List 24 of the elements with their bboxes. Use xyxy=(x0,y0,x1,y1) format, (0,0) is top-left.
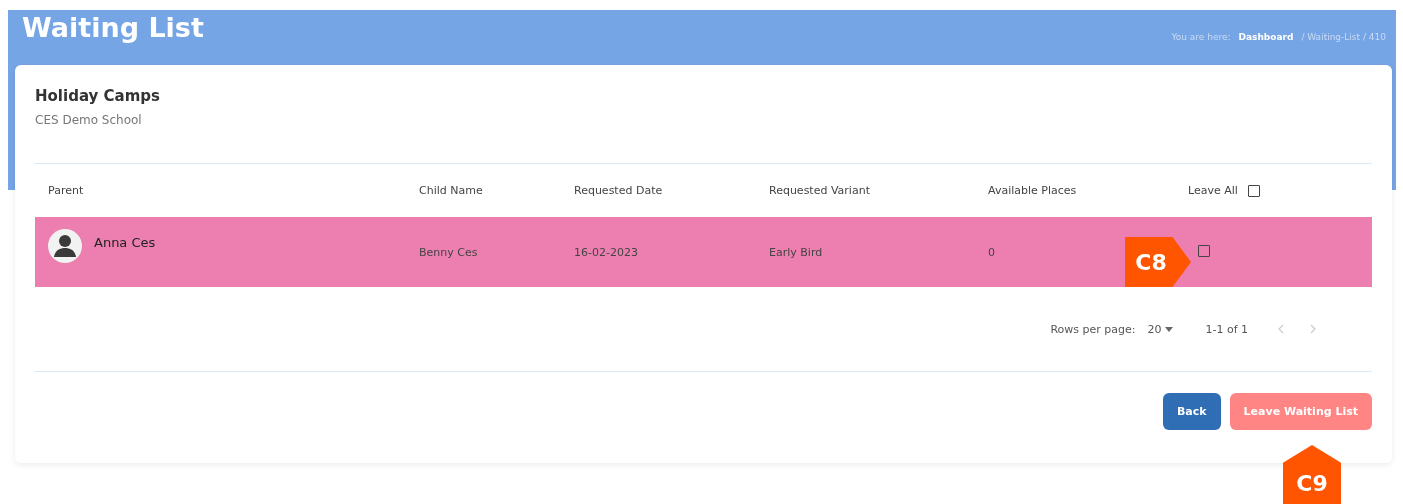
column-header: Requested Variant xyxy=(769,184,871,197)
table-cell-text: 16-02-2023 xyxy=(574,245,639,259)
table-cell: Anna Ces xyxy=(94,235,156,250)
table-cell-text: Early Bird xyxy=(769,245,824,259)
leave-all-checkbox[interactable] xyxy=(1247,184,1260,197)
table-cell-text: 0 xyxy=(988,245,996,259)
column-header: Child Name xyxy=(419,184,484,197)
row-checkbox[interactable] xyxy=(1198,244,1210,257)
page-title: Waiting List xyxy=(22,12,204,43)
card-subtitle: CES Demo School xyxy=(35,113,143,127)
avatar-icon xyxy=(48,229,82,263)
caret-icon[interactable] xyxy=(1165,326,1174,332)
column-header: Available Places xyxy=(988,184,1078,197)
rows-per-page-label: Rows per page: xyxy=(1050,322,1136,336)
back-button[interactable]: Back xyxy=(1162,393,1221,430)
column-header: Parent xyxy=(48,184,85,197)
card-title: Holiday Camps xyxy=(35,87,161,105)
page-range: 1-1 of 1 xyxy=(1205,322,1248,336)
rows-per-page-value[interactable]: 20 xyxy=(1147,322,1162,336)
column-header: Leave All xyxy=(1188,184,1238,197)
column-header: Requested Date xyxy=(574,184,664,197)
breadcrumb-trail: / Waiting-List / 410 xyxy=(1301,32,1386,42)
breadcrumb-label: You are here: xyxy=(1171,32,1231,42)
table-cell-text: Benny Ces xyxy=(419,245,479,259)
